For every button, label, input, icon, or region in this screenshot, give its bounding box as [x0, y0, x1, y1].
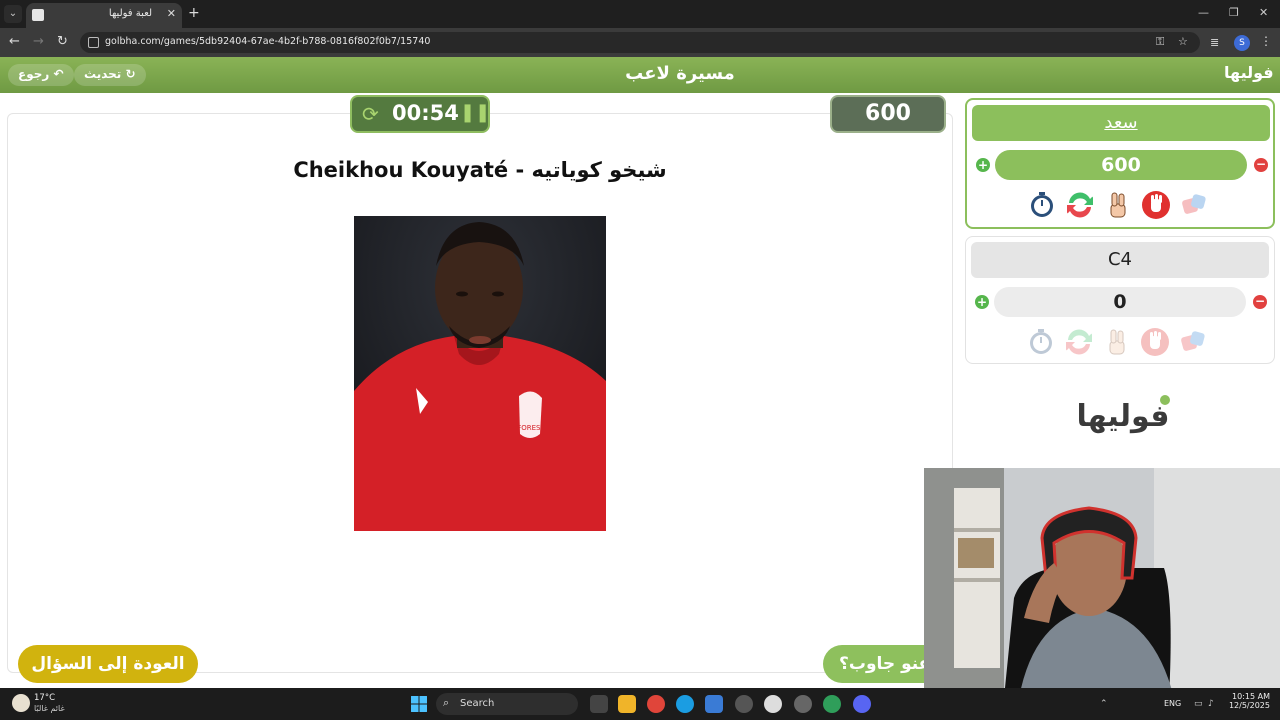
back-button-label: رجوع	[18, 67, 50, 81]
score-row: + 600 −	[967, 150, 1273, 180]
windows-taskbar: 17°C غائم غالبًا ⌕ Search ⌃ ENG ▭ ♪ 10:1…	[0, 688, 1280, 720]
stop-hand-icon[interactable]	[1140, 327, 1170, 357]
file-explorer-icon[interactable]	[618, 695, 636, 713]
clock-time: 10:15 AM	[1232, 692, 1270, 701]
dice-icon[interactable]	[1178, 327, 1208, 357]
store-icon[interactable]	[705, 695, 723, 713]
two-fingers-icon[interactable]	[1102, 327, 1132, 357]
url-text: golbha.com/games/5db92404-67ae-4b2f-b788…	[105, 36, 431, 47]
player-portrait-image: FOREST	[354, 216, 606, 531]
search-label: Search	[460, 698, 495, 709]
reload-icon[interactable]: ↻	[57, 34, 68, 49]
two-fingers-icon[interactable]	[1103, 190, 1133, 220]
tray-chevron-icon[interactable]: ⌃	[1100, 699, 1108, 709]
new-tab-icon[interactable]: +	[188, 5, 200, 21]
team-name[interactable]: C4	[971, 242, 1269, 278]
back-to-question-button[interactable]: العودة إلى السؤال	[18, 645, 198, 683]
stopwatch-icon[interactable]	[1027, 190, 1057, 220]
more-menu-icon[interactable]: ⋮	[1260, 34, 1272, 48]
weather-temp: 17°C	[34, 693, 56, 703]
countdown-timer: ⟳ 00:54 ❚❚	[350, 95, 490, 133]
settings-icon[interactable]	[764, 695, 782, 713]
weather-desc: غائم غالبًا	[34, 704, 65, 713]
plus-icon[interactable]: +	[975, 295, 989, 309]
timer-value: 00:54	[392, 101, 459, 125]
minus-icon[interactable]: −	[1253, 295, 1267, 309]
powerups-row	[1026, 327, 1216, 359]
dice-icon[interactable]	[1179, 190, 1209, 220]
stop-hand-icon[interactable]	[1141, 190, 1171, 220]
minimize-icon[interactable]: —	[1198, 6, 1209, 19]
undo-arrow-icon: ↶	[53, 67, 64, 81]
profile-avatar[interactable]: S	[1234, 35, 1250, 51]
browser-tabbar: ⌄ لعبة فوليها ✕ + — ❐ ✕	[0, 0, 1280, 28]
swap-icon[interactable]	[1065, 190, 1095, 220]
reading-list-icon[interactable]: ≣	[1210, 36, 1219, 49]
back-button[interactable]: ↶ رجوع	[8, 64, 74, 86]
task-view-icon[interactable]	[590, 695, 608, 713]
score-row: + 0 −	[966, 287, 1272, 317]
points-badge: 600 نقطة	[830, 95, 946, 160]
reset-timer-icon[interactable]: ⟳	[362, 102, 379, 126]
powerups-row	[1027, 190, 1217, 222]
player-name-heading: Cheikhou Kouyaté - شيخو كوياتيه	[293, 158, 667, 182]
taskbar-search[interactable]: ⌕ Search	[436, 693, 578, 715]
tab-close-icon[interactable]: ✕	[167, 7, 176, 20]
bookmark-star-icon[interactable]: ☆	[1178, 35, 1188, 48]
weather-cloud-icon[interactable]	[12, 694, 30, 712]
team-name[interactable]: سعد	[972, 105, 1270, 141]
webcam-overlay	[924, 468, 1280, 698]
chrome-icon[interactable]	[647, 695, 665, 713]
webcam-video-image	[924, 468, 1280, 698]
who-answered-button[interactable]: عنو جاوب؟	[823, 645, 933, 683]
refresh-button[interactable]: ↻ تحديث	[74, 64, 146, 86]
tab-title: لعبة فوليها	[108, 8, 152, 19]
swap-icon[interactable]	[1064, 327, 1094, 357]
clock-date: 12/5/2025	[1228, 701, 1270, 710]
plus-icon[interactable]: +	[976, 158, 990, 172]
forward-arrow-icon[interactable]: →	[33, 34, 44, 49]
volume-icon[interactable]: ♪	[1208, 699, 1214, 709]
discord-icon[interactable]	[853, 695, 871, 713]
browser-tab[interactable]: لعبة فوليها ✕	[26, 3, 182, 28]
sidebar-logo: فوليها	[1068, 392, 1178, 436]
sidebar-logo-text: فوليها	[1076, 399, 1169, 434]
minus-icon[interactable]: −	[1254, 158, 1268, 172]
restore-icon[interactable]: ❐	[1229, 6, 1239, 19]
window-close-icon[interactable]: ✕	[1259, 6, 1268, 19]
monitor-icon[interactable]: ▭	[1194, 699, 1203, 709]
windows-start-icon[interactable]	[410, 695, 428, 713]
player-photo: FOREST	[354, 216, 606, 531]
team-card-1: سعد + 600 −	[965, 98, 1275, 229]
site-header: ↶ رجوع ↻ تحديث مسيرة لاعب فوليها	[0, 57, 1280, 93]
stopwatch-icon[interactable]	[1026, 327, 1056, 357]
password-key-icon[interactable]: ⚿	[1156, 35, 1164, 49]
site-info-icon[interactable]	[88, 37, 99, 48]
tab-search-menu-icon[interactable]: ⌄	[4, 5, 22, 23]
page-title: مسيرة لاعب	[625, 63, 735, 84]
svg-text:FOREST: FOREST	[517, 424, 545, 432]
back-arrow-icon[interactable]: ←	[9, 34, 20, 49]
browser-toolbar: ← → ↻ golbha.com/games/5db92404-67ae-4b2…	[0, 28, 1280, 57]
golbha-logo-image: فوليها	[1076, 395, 1170, 434]
language-indicator[interactable]: ENG	[1164, 699, 1181, 708]
site-logo[interactable]: فوليها	[1224, 63, 1274, 82]
tab-favicon-icon	[32, 9, 44, 21]
app-icon[interactable]	[735, 695, 753, 713]
refresh-icon: ↻	[125, 67, 136, 81]
pause-icon[interactable]: ❚❚	[460, 102, 490, 123]
team-score: 0	[994, 287, 1246, 317]
address-bar[interactable]: golbha.com/games/5db92404-67ae-4b2f-b788…	[80, 32, 1200, 53]
system-clock[interactable]: 10:15 AM 12/5/2025	[1226, 692, 1270, 710]
team-card-2: C4 + 0 −	[965, 236, 1275, 364]
refresh-button-label: تحديث	[84, 67, 122, 81]
team-score: 600	[995, 150, 1247, 180]
edge-icon[interactable]	[676, 695, 694, 713]
search-icon: ⌕	[443, 696, 450, 709]
chrome-profile-icon[interactable]	[823, 695, 841, 713]
obs-icon[interactable]	[794, 695, 812, 713]
